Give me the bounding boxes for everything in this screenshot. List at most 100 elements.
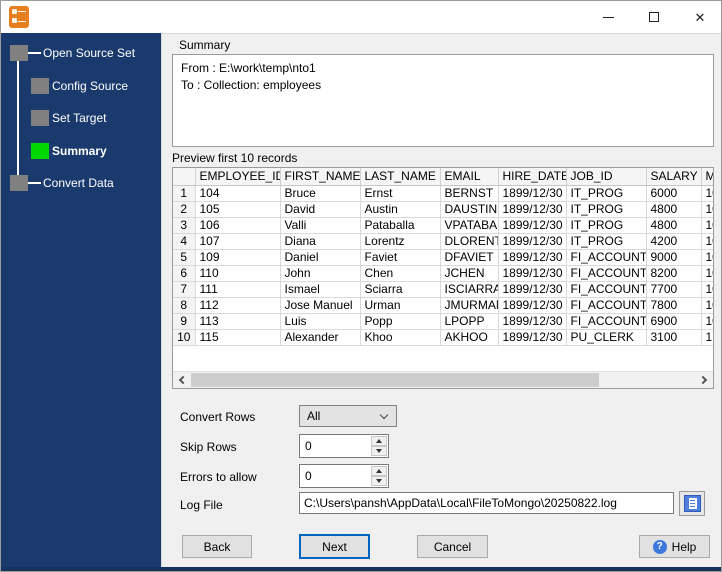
table-cell: Austin [360,201,441,218]
next-button[interactable]: Next [299,534,370,559]
convert-rows-dropdown[interactable]: All [299,405,397,427]
scrollbar-thumb[interactable] [191,373,599,387]
table-cell: 111 [195,281,281,298]
table-cell: Luis [280,313,361,330]
row-number-cell: 3 [173,217,196,234]
table-row[interactable]: 4107DianaLorentzDLORENTZ1899/12/30IT_PRO… [173,233,713,250]
wizard-sidebar: Open Source Set Config Source Set Target… [1,33,161,569]
step-indicator-config-source [31,78,49,94]
table-cell: BERNST [440,185,499,202]
step-connector-line [27,52,41,54]
row-number-header[interactable] [173,168,196,186]
table-cell: 1899/12/30 [498,217,567,234]
preview-table-container: EMPLOYEE_ID FIRST_NAME LAST_NAME EMAIL HIRE_… [172,167,714,389]
column-header[interactable]: EMPLOYEE_ID [195,168,281,186]
skip-rows-label: Skip Rows [180,440,237,454]
column-header[interactable]: LAST_NAME [360,168,441,186]
column-header[interactable]: HIRE_DATE [498,168,567,186]
minimize-button[interactable] [585,2,631,32]
open-log-file-button[interactable] [679,491,705,516]
step-indicator-open-source-set [10,45,28,61]
table-cell: LPOPP [440,313,499,330]
table-cell: 7800 [646,297,702,314]
table-cell: Popp [360,313,441,330]
column-header[interactable]: EMAIL [440,168,499,186]
table-cell: 10 [701,217,713,234]
skip-rows-stepper[interactable]: 0 [299,434,389,458]
errors-spin-up-button[interactable] [371,466,387,476]
preview-label: Preview first 10 records [172,151,298,165]
table-row[interactable]: 5 109 Daniel Faviet DFAVIET 1899/12/30 FI_ACCO… [173,249,713,266]
table-cell: FI_ACCOUNT [566,249,647,266]
close-button[interactable]: ✕ [677,2,721,32]
scroll-right-button[interactable] [696,372,713,388]
table-row[interactable]: 2 105 David Austin DAUSTIN 1899/12/30 IT_PROG 4… [173,201,713,218]
skip-rows-spin-up-button[interactable] [371,436,387,446]
table-row[interactable]: 1 104 Bruce Ernst BERNST 1899/12/30 IT_PROG 600… [173,185,713,202]
table-cell: IT_PROG [566,201,647,218]
table-cell: 1 [701,329,713,346]
table-cell: FI_ACCOUNT [566,281,647,298]
row-number-cell: 2 [173,201,196,218]
table-row[interactable]: 9 113 Luis Popp LPOPP 1899/12/30 FI_ACCOUNT 690… [173,313,713,330]
column-header[interactable]: FIRST_NAME [280,168,361,186]
summary-textbox[interactable]: From : E:\work\temp\nto1 To : Collection… [172,54,714,147]
table-cell: 110 [195,265,281,282]
column-header[interactable]: M [701,168,713,186]
preview-grid[interactable]: EMPLOYEE_ID FIRST_NAME LAST_NAME EMAIL HIRE_… [173,168,713,371]
table-row[interactable]: 7 111 Ismael Sciarra ISCIARRA 1899/12/30 FI_AC… [173,281,713,298]
table-cell: 4800 [646,217,702,234]
table-cell: JCHEN [440,265,499,282]
table-cell: 115 [195,329,281,346]
table-cell: 7700 [646,281,702,298]
table-cell: Ernst [360,185,441,202]
summary-to-line: To : Collection: employees [181,78,322,92]
table-cell: 1899/12/30 [498,201,567,218]
table-cell: 104 [195,185,281,202]
table-cell: 105 [195,201,281,218]
scroll-left-button[interactable] [173,372,190,388]
convert-rows-label: Convert Rows [180,410,256,424]
column-header[interactable]: JOB_ID [566,168,647,186]
help-button-label: Help [671,539,697,554]
step-connector-line [17,61,19,176]
step-connector-line [27,182,41,184]
table-cell: Alexander [280,329,361,346]
table-cell: 106 [195,217,281,234]
table-row[interactable]: 10 115 Alexander Khoo AKHOO 1899/12/30 PU_CLER… [173,329,713,346]
scroll-right-icon [698,375,708,385]
table-cell: VPATABAL [440,217,499,234]
row-number-cell: 6 [173,265,196,282]
errors-to-allow-stepper[interactable]: 0 [299,464,389,488]
summary-label: Summary [179,38,231,52]
table-cell: AKHOO [440,329,499,346]
table-row[interactable]: 6 110 John Chen JCHEN 1899/12/30 FI_ACCOUNT 820… [173,265,713,282]
table-cell: Pataballa [360,217,441,234]
skip-rows-spin-down-button[interactable] [371,446,387,456]
table-cell: 10 [701,265,713,282]
table-cell: 6000 [646,185,702,202]
horizontal-scrollbar[interactable] [173,371,713,388]
table-row[interactable]: 3 106 Valli Pataballa VPATABAL 1899/12/30 IT_P… [173,217,713,234]
table-cell: Ismael [280,281,361,298]
column-header[interactable]: SALARY [646,168,702,186]
help-button[interactable]: ? Help [639,535,710,558]
cancel-button[interactable]: Cancel [417,535,488,558]
row-number-cell: 9 [173,313,196,330]
table-cell: 1899/12/30 [498,281,567,298]
sidebar-item-set-target: Set Target [52,111,107,125]
scroll-left-icon [178,375,188,385]
errors-spin-down-button[interactable] [371,476,387,486]
table-cell: 1899/12/30 [498,265,567,282]
skip-rows-value: 0 [305,439,312,453]
table-row[interactable]: 8112Jose ManuelUrmanJMURMAN1899/12/30FI_… [173,297,713,314]
log-file-input[interactable] [299,492,674,514]
back-button[interactable]: Back [182,535,252,558]
table-cell: 109 [195,249,281,266]
log-file-label: Log File [180,498,223,512]
table-cell: FI_ACCOUNT [566,313,647,330]
maximize-button[interactable] [631,2,677,32]
table-cell: ISCIARRA [440,281,499,298]
sidebar-item-open-source-set: Open Source Set [43,46,136,60]
step-indicator-summary-active [31,143,49,159]
